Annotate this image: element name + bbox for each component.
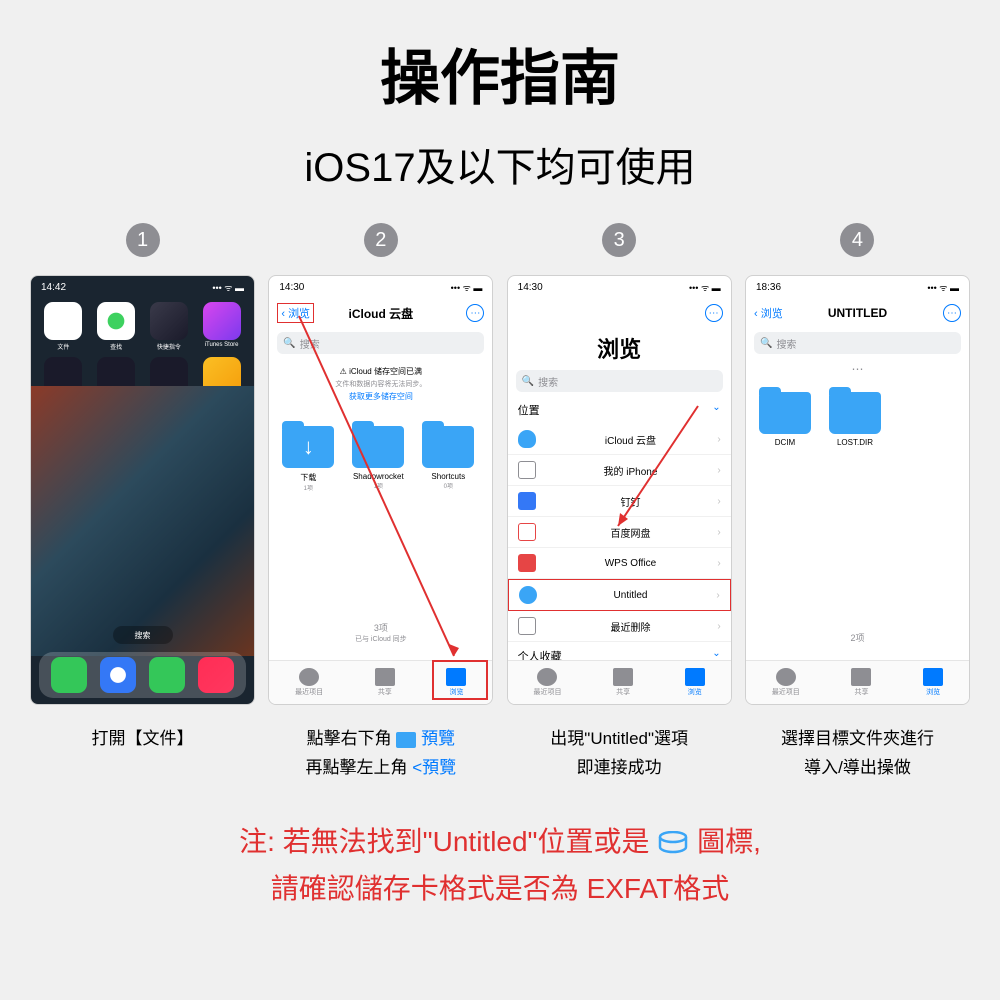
warning-title: ⚠ iCloud 储存空间已满 — [283, 366, 478, 377]
step-number: 1 — [126, 223, 160, 257]
phone-untitled: 18:36 ••• ᯤ ▬ ‹ 浏览 UNTITLED ⋯ 🔍 搜索 ⋯ DCI… — [745, 275, 970, 705]
subtitle: iOS17及以下均可使用 — [30, 135, 970, 193]
chevron-down-icon: ⌄ — [712, 402, 720, 418]
nav-header: ‹ 浏览 iCloud 云盘 ⋯ — [269, 298, 492, 328]
status-icons: ••• ᯤ ▬ — [689, 281, 721, 294]
status-bar: 18:36 ••• ᯤ ▬ — [746, 276, 969, 298]
dock-music[interactable] — [198, 657, 234, 693]
status-bar: 14:30 ••• ᯤ ▬ — [508, 276, 731, 298]
folder-dcim[interactable]: DCIM — [756, 392, 814, 447]
tab-browse[interactable]: 浏览 — [446, 668, 466, 697]
step-4: 4 18:36 ••• ᯤ ▬ ‹ 浏览 UNTITLED ⋯ 🔍 搜索 ⋯ D… — [745, 223, 970, 783]
tab-shared[interactable]: 共享 — [375, 668, 395, 697]
phone-browse: 14:30 ••• ᯤ ▬ ⋯ 浏览 🔍 搜索 位置⌄ iCloud 云盘› 我… — [507, 275, 732, 705]
step-caption: 點擊右下角 預覽 再點擊左上角 <預覽 — [268, 725, 493, 783]
status-bar: 14:42 ••• ᯤ ▬ — [31, 276, 254, 298]
folder-grid: DCIM LOST.DIR — [746, 380, 969, 459]
app-shortcuts[interactable]: 快捷指令 — [145, 302, 194, 351]
nav-header: ⋯ — [508, 298, 731, 328]
time-label: 14:30 — [518, 282, 543, 293]
row-iphone[interactable]: 我的 iPhone› — [508, 455, 731, 486]
folder-grid: 下载1项 Shadowrocket1项 Shortcuts0项 — [269, 414, 492, 504]
app-files[interactable]: 文件 — [39, 302, 88, 351]
tab-shared[interactable]: 共享 — [851, 668, 871, 697]
tab-recent[interactable]: 最近项目 — [533, 668, 561, 697]
row-trash[interactable]: 最近删除› — [508, 611, 731, 642]
step-3: 3 14:30 ••• ᯤ ▬ ⋯ 浏览 🔍 搜索 位置⌄ iCloud 云盘›… — [507, 223, 732, 783]
status-icons: ••• ᯤ ▬ — [451, 281, 483, 294]
step-caption: 選擇目標文件夾進行 導入/導出操做 — [745, 725, 970, 783]
page-title: 浏览 — [508, 328, 731, 366]
row-icloud[interactable]: iCloud 云盘› — [508, 424, 731, 455]
tab-recent[interactable]: 最近项目 — [772, 668, 800, 697]
time-label: 14:42 — [41, 282, 66, 293]
spotlight-search[interactable]: 搜索 — [113, 626, 173, 644]
disk-icon — [519, 586, 537, 604]
row-baidu[interactable]: 百度网盘› — [508, 517, 731, 548]
step-number: 4 — [840, 223, 874, 257]
row-wps[interactable]: WPS Office› — [508, 548, 731, 579]
folder-icon-inline — [396, 732, 416, 748]
tab-browse[interactable]: 浏览 — [685, 668, 705, 697]
phone-icloud: 14:30 ••• ᯤ ▬ ‹ 浏览 iCloud 云盘 ⋯ 🔍 搜索 ⚠ iC… — [268, 275, 493, 705]
step-caption: 打開【文件】 — [30, 725, 255, 754]
tab-bar: 最近项目 共享 浏览 — [746, 660, 969, 704]
search-input[interactable]: 🔍 搜索 — [277, 332, 484, 354]
step-number: 3 — [602, 223, 636, 257]
folder-shadowrocket[interactable]: Shadowrocket1项 — [349, 426, 407, 492]
back-button[interactable]: ‹ 浏览 — [754, 305, 783, 321]
nav-header: ‹ 浏览 UNTITLED ⋯ — [746, 298, 969, 328]
tab-bar: 最近项目 共享 浏览 — [269, 660, 492, 704]
dock-messages[interactable] — [149, 657, 185, 693]
status-bar: 14:30 ••• ᯤ ▬ — [269, 276, 492, 298]
footer-count: 2项 — [746, 631, 969, 644]
dock — [39, 652, 246, 698]
status-icons: ••• ᯤ ▬ — [927, 281, 959, 294]
search-input[interactable]: 🔍 搜索 — [754, 332, 961, 354]
step-caption: 出現"Untitled"選項 即連接成功 — [507, 725, 732, 783]
wallpaper — [31, 386, 254, 656]
steps-row: 1 14:42 ••• ᯤ ▬ 文件 查找 快捷指令 iTunes Store … — [30, 223, 970, 783]
dock-safari[interactable] — [100, 657, 136, 693]
disk-icon — [657, 831, 689, 855]
folder-lostdir[interactable]: LOST.DIR — [826, 392, 884, 447]
step-2: 2 14:30 ••• ᯤ ▬ ‹ 浏览 iCloud 云盘 ⋯ 🔍 搜索 ⚠ … — [268, 223, 493, 783]
tab-shared[interactable]: 共享 — [613, 668, 633, 697]
tab-recent[interactable]: 最近项目 — [295, 668, 323, 697]
app-itunes[interactable]: iTunes Store — [197, 302, 246, 351]
phone-home: 14:42 ••• ᯤ ▬ 文件 查找 快捷指令 iTunes Store 翻译… — [30, 275, 255, 705]
nav-title: UNTITLED — [828, 306, 887, 320]
step-number: 2 — [364, 223, 398, 257]
footer-count: 3项 已与 iCloud 同步 — [269, 621, 492, 644]
row-untitled[interactable]: Untitled› — [508, 579, 731, 611]
more-button[interactable]: ⋯ — [466, 304, 484, 322]
warning-sub: 文件和数据内容将无法同步。 — [283, 379, 478, 389]
warning-link[interactable]: 获取更多储存空间 — [283, 391, 478, 402]
tab-browse[interactable]: 浏览 — [923, 668, 943, 697]
storage-warning: ⚠ iCloud 储存空间已满 文件和数据内容将无法同步。 获取更多储存空间 — [277, 360, 484, 408]
tab-bar: 最近项目 共享 浏览 — [508, 660, 731, 704]
footnote: 注: 若無法找到"Untitled"位置或是 圖標, 請確認儲存卡格式是否為 E… — [30, 818, 970, 913]
step-1: 1 14:42 ••• ᯤ ▬ 文件 查找 快捷指令 iTunes Store … — [30, 223, 255, 783]
search-input[interactable]: 🔍 搜索 — [516, 370, 723, 392]
more-button[interactable]: ⋯ — [705, 304, 723, 322]
section-locations[interactable]: 位置⌄ — [508, 396, 731, 424]
dock-phone[interactable] — [51, 657, 87, 693]
nav-title: iCloud 云盘 — [348, 305, 413, 322]
app-findmy[interactable]: 查找 — [92, 302, 141, 351]
time-label: 18:36 — [756, 282, 781, 293]
time-label: 14:30 — [279, 282, 304, 293]
folder-shortcuts[interactable]: Shortcuts0项 — [419, 426, 477, 492]
ellipsis: ⋯ — [746, 358, 969, 380]
status-icons: ••• ᯤ ▬ — [212, 281, 244, 294]
row-dingtalk[interactable]: 钉钉› — [508, 486, 731, 517]
main-title: 操作指南 — [30, 30, 970, 117]
folder-downloads[interactable]: 下载1项 — [279, 426, 337, 492]
more-button[interactable]: ⋯ — [943, 304, 961, 322]
back-button[interactable]: ‹ 浏览 — [277, 303, 314, 323]
